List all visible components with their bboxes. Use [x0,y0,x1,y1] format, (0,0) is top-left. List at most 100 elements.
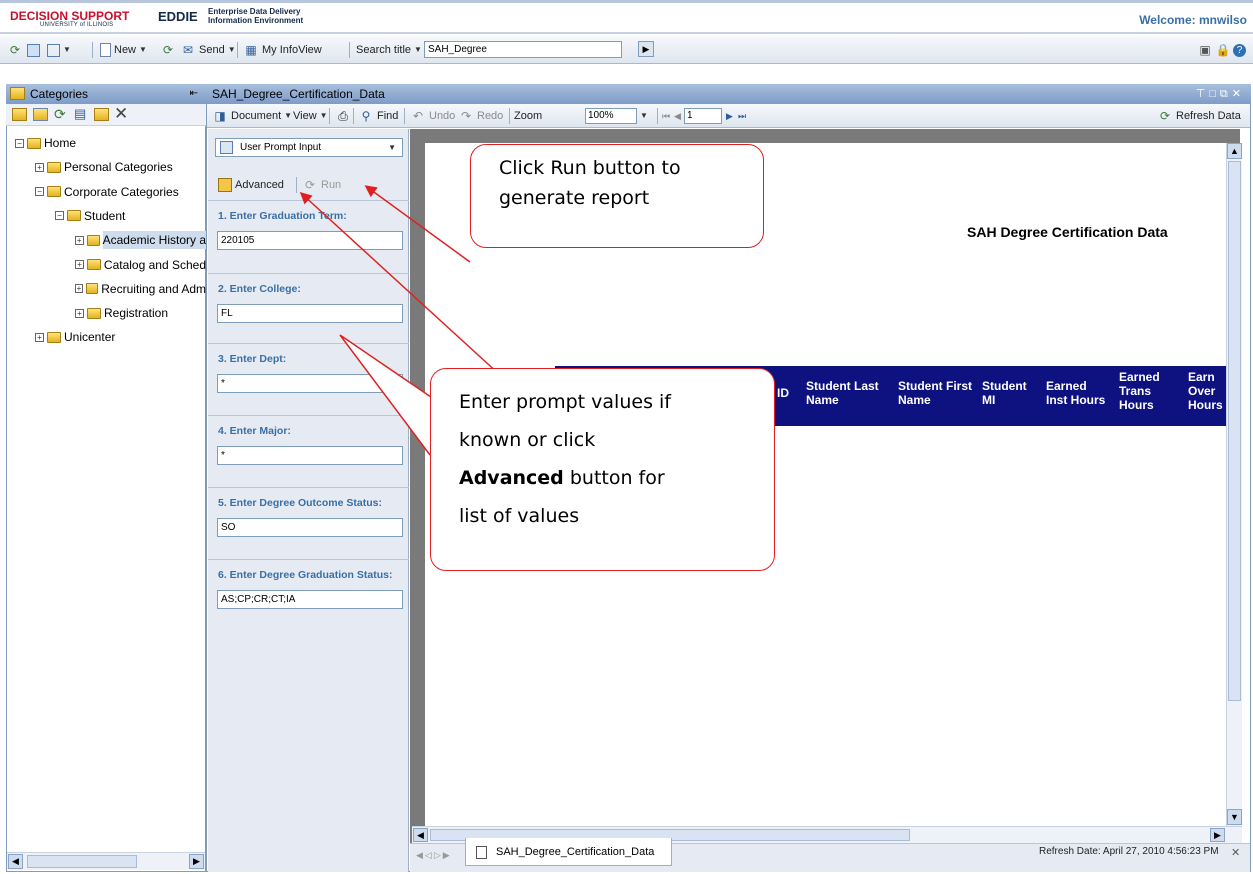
view-menu[interactable]: View ▼ [293,107,328,125]
report-tab-icon [476,846,487,859]
tab-nav-icon[interactable]: ◀◁▷▶ [416,850,452,861]
scroll-thumb[interactable] [27,855,137,868]
expand-icon[interactable]: + [75,235,84,245]
report-tab[interactable]: SAH_Degree_Certification_Data [465,838,672,866]
folder-icon[interactable] [12,108,27,121]
my-infoview-label: My InfoView [262,44,322,56]
prompt-input[interactable]: AS;CP;CR;CT;IA [217,590,403,609]
prompt-callout-line4: list of values [459,505,580,527]
close-icon[interactable]: ✕ [1231,846,1240,859]
tree-item[interactable]: + Catalog and Sched [75,256,206,274]
refresh-button[interactable]: ⟳ [160,41,176,59]
toolbar-divider [349,42,350,58]
prompt-input[interactable]: * [217,446,403,465]
scroll-left-icon[interactable]: ◀ [8,854,23,869]
first-page-button[interactable]: ⏮ [662,107,670,125]
page-number-input[interactable]: 1 [684,108,722,124]
next-page-button[interactable]: ▶ [726,107,733,125]
tree-item[interactable]: − Student [55,207,206,225]
scroll-thumb[interactable] [1228,161,1241,701]
prompt-label: 4. Enter Major: [218,425,291,437]
redo-button[interactable]: ↷ Redo [458,107,503,125]
tree-item[interactable]: + Recruiting and Adm [75,280,206,298]
expand-icon[interactable]: + [75,308,84,318]
document-menu[interactable]: ◨ Document ▼ [212,107,292,125]
delete-icon[interactable]: ✕ [114,104,128,124]
help-button[interactable]: ? [1233,41,1246,59]
refresh-icon[interactable]: ⟳ [54,106,66,123]
collapse-icon[interactable]: − [55,211,64,221]
search-go-button[interactable]: ▶ [638,41,654,57]
home-icon [27,137,41,149]
zoom-dropdown[interactable]: ▼ [640,107,648,125]
preferences-button[interactable]: ▣ [1197,41,1213,59]
send-button[interactable]: ✉ Send ▼ [180,41,236,59]
previous-page-button[interactable]: ◀ [674,107,681,125]
refresh-data-button[interactable]: ⟳ Refresh Data [1157,107,1241,125]
horizontal-scrollbar[interactable]: ◀ ▶ [7,852,205,870]
tree-item[interactable]: − Home [15,134,206,152]
tree-item[interactable]: + Academic History a [75,231,206,250]
search-input[interactable]: SAH_Degree [424,41,622,58]
print-button[interactable]: ⎙ [335,107,351,125]
tree-item-label: Recruiting and Adm [101,281,206,296]
tree-item[interactable]: + Unicenter [35,328,206,346]
prompt-input[interactable]: FL [217,304,403,323]
redo-label: Redo [477,110,504,122]
next-page-icon: ▶ [726,111,733,121]
prompt-input[interactable]: SO [217,518,403,537]
home-button[interactable]: ⟳ [7,41,23,59]
prompt-divider [208,343,409,344]
welcome-user: Welcome: mnwilso [1139,13,1247,27]
collapse-icon[interactable]: − [15,138,24,148]
search-scope-dropdown[interactable]: Search title ▼ [356,41,422,59]
column-header-fragment: Hours [1188,398,1223,412]
tree-item[interactable]: + Registration [75,304,206,322]
expand-icon[interactable]: + [75,260,84,269]
find-button[interactable]: ⚲ Find [358,107,399,125]
my-infoview-button[interactable]: ▦ My InfoView [243,41,322,59]
scroll-right-icon[interactable]: ▶ [189,854,204,869]
move-folder-icon[interactable] [94,108,109,121]
undo-button[interactable]: ↶ Undo [410,107,455,125]
collapse-icon[interactable]: − [35,187,44,197]
undo-label: Undo [429,110,456,122]
tree-item[interactable]: + Personal Categories [35,158,206,176]
toolbar-divider [657,108,658,124]
advanced-emphasis: Advanced [459,467,564,489]
logout-button[interactable]: 🔒 [1215,41,1231,59]
properties-icon[interactable]: ▤ [74,106,86,122]
folder-icon [47,161,61,173]
refresh-data-label: Refresh Data [1176,110,1241,122]
prompt-mode-select[interactable]: User Prompt Input ▼ [215,138,403,157]
scroll-left-icon[interactable]: ◀ [413,828,428,842]
scroll-up-icon[interactable]: ▲ [1227,143,1242,159]
tree-item[interactable]: − Corporate Categories [35,183,206,201]
window-controls[interactable]: ⊤□⧉✕ [1196,84,1245,104]
expand-icon[interactable]: + [75,284,83,294]
layout-menu-button[interactable]: ▼ [47,41,71,59]
expand-icon[interactable]: + [35,332,44,342]
prompt-divider [208,487,409,488]
expand-icon[interactable]: + [35,162,44,172]
categories-tools: ⟳ ▤ ✕ [6,104,206,126]
prompt-input[interactable]: * [217,374,403,393]
zoom-input[interactable]: 100% [585,108,637,124]
document-toolbar: ◨ Document ▼ View ▼ ⎙ ⚲ Find ↶ Undo ↷ Redo Zoo… [207,104,1250,128]
prompt-input[interactable]: 220105 [217,231,403,250]
layout-icon [47,43,60,57]
last-page-button[interactable]: ⏭ [738,107,746,125]
column-header-student-first-name: Student First Name [898,379,972,407]
collapse-pane-icon[interactable]: ⇤ [190,84,198,104]
advanced-button[interactable]: Advanced [218,176,284,194]
run-button[interactable]: ⟳ Run [302,176,341,194]
prompt-callout-line3: Advanced button for [445,459,760,497]
categories-icon[interactable] [33,108,48,121]
column-header-id: ID [777,386,789,400]
prompt-label: 5. Enter Degree Outcome Status: [218,497,382,509]
new-button[interactable]: New ▼ [100,41,147,59]
scroll-right-icon[interactable]: ▶ [1210,828,1225,842]
vertical-scrollbar[interactable]: ▲ ▼ [1226,143,1242,843]
view-toggle-button[interactable] [27,41,40,59]
scroll-down-icon[interactable]: ▼ [1227,809,1242,825]
